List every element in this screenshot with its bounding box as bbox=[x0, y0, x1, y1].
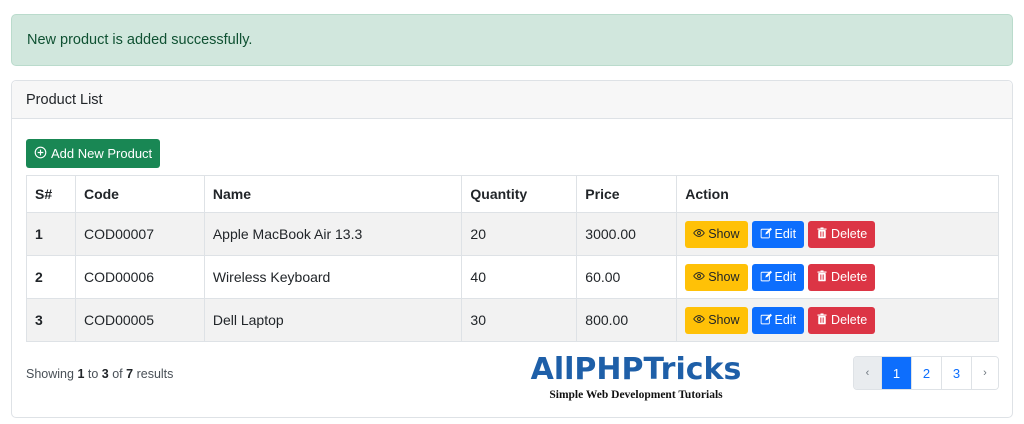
column-header-sn: S# bbox=[26, 175, 76, 213]
cell-sn: 3 bbox=[26, 298, 76, 342]
cell-actions: Show Edit Delete bbox=[676, 298, 999, 342]
show-button[interactable]: Show bbox=[685, 306, 748, 334]
cell-actions: Show Edit Delete bbox=[676, 255, 999, 299]
cell-quantity: 30 bbox=[461, 298, 578, 342]
show-button[interactable]: Show bbox=[685, 263, 748, 291]
eye-icon bbox=[693, 270, 705, 285]
success-alert: New product is added successfully. bbox=[11, 14, 1013, 66]
pagination-page-3[interactable]: 3 bbox=[941, 357, 971, 389]
delete-label: Delete bbox=[831, 270, 868, 284]
cell-sn: 1 bbox=[26, 212, 76, 256]
trash-icon bbox=[816, 269, 828, 285]
column-header-price: Price bbox=[576, 175, 678, 213]
column-header-code: Code bbox=[74, 175, 205, 213]
watermark-logo: AllPHPTricks Simple Web Development Tuto… bbox=[528, 352, 744, 402]
pencil-square-icon bbox=[760, 270, 772, 285]
cell-price: 60.00 bbox=[576, 255, 678, 299]
summary-of-word: of bbox=[112, 367, 123, 381]
cell-actions: Show Edit Delete bbox=[676, 212, 999, 256]
table-row: 2 COD00006 Wireless Keyboard 40 60.00 Sh… bbox=[26, 255, 999, 299]
show-button[interactable]: Show bbox=[685, 220, 748, 248]
cell-code: COD00007 bbox=[74, 212, 205, 256]
summary-prefix: Showing bbox=[26, 367, 74, 381]
summary-to: 3 bbox=[101, 367, 109, 381]
table-header-row: S# Code Name Quantity Price Action bbox=[26, 175, 999, 213]
table-row: 1 COD00007 Apple MacBook Air 13.3 20 300… bbox=[26, 212, 999, 256]
cell-price: 3000.00 bbox=[576, 212, 678, 256]
watermark-subtitle: Simple Web Development Tutorials bbox=[549, 389, 723, 401]
pagination-prev[interactable]: ‹ bbox=[854, 357, 881, 389]
table-row: 3 COD00005 Dell Laptop 30 800.00 Show Ed… bbox=[26, 298, 999, 342]
pagination: ‹ 1 2 3 › bbox=[853, 356, 999, 390]
cell-sn: 2 bbox=[26, 255, 76, 299]
delete-label: Delete bbox=[831, 227, 868, 241]
cell-code: COD00005 bbox=[74, 298, 205, 342]
cell-name: Apple MacBook Air 13.3 bbox=[203, 212, 463, 256]
cell-quantity: 20 bbox=[461, 212, 578, 256]
results-summary: Showing 1 to 3 of 7 results bbox=[26, 367, 173, 381]
cell-quantity: 40 bbox=[461, 255, 578, 299]
column-header-name: Name bbox=[203, 175, 463, 213]
alert-message: New product is added successfully. bbox=[27, 32, 253, 48]
cell-name: Dell Laptop bbox=[203, 298, 463, 342]
delete-label: Delete bbox=[831, 313, 868, 327]
cell-name: Wireless Keyboard bbox=[203, 255, 463, 299]
pagination-page-1[interactable]: 1 bbox=[881, 357, 911, 389]
card-title: Product List bbox=[26, 91, 103, 108]
cell-code: COD00006 bbox=[74, 255, 205, 299]
pagination-page-2[interactable]: 2 bbox=[911, 357, 941, 389]
edit-button[interactable]: Edit bbox=[751, 306, 805, 334]
card-header: Product List bbox=[12, 81, 1012, 119]
edit-button[interactable]: Edit bbox=[751, 220, 805, 248]
edit-label: Edit bbox=[774, 227, 797, 241]
summary-from: 1 bbox=[77, 367, 85, 381]
edit-label: Edit bbox=[774, 313, 797, 327]
cell-price: 800.00 bbox=[576, 298, 678, 342]
add-new-product-label: Add New Product bbox=[51, 146, 153, 161]
trash-icon bbox=[816, 226, 828, 242]
product-list-card: Product List Add New Product S# Code Nam… bbox=[11, 80, 1013, 418]
delete-button[interactable]: Delete bbox=[808, 263, 876, 291]
summary-total: 7 bbox=[126, 367, 134, 381]
plus-circle-icon bbox=[34, 146, 47, 162]
trash-icon bbox=[816, 312, 828, 328]
show-label: Show bbox=[708, 227, 740, 241]
show-label: Show bbox=[708, 270, 740, 284]
pencil-square-icon bbox=[760, 227, 772, 242]
summary-to-word: to bbox=[87, 367, 99, 381]
pagination-next[interactable]: › bbox=[971, 357, 998, 389]
summary-suffix: results bbox=[136, 367, 174, 381]
edit-button[interactable]: Edit bbox=[751, 263, 805, 291]
edit-label: Edit bbox=[774, 270, 797, 284]
products-table: S# Code Name Quantity Price Action 1 COD… bbox=[26, 175, 999, 342]
pencil-square-icon bbox=[760, 313, 772, 328]
eye-icon bbox=[693, 313, 705, 328]
delete-button[interactable]: Delete bbox=[808, 306, 876, 334]
watermark-title: AllPHPTricks bbox=[530, 352, 742, 387]
eye-icon bbox=[693, 227, 705, 242]
column-header-action: Action bbox=[676, 175, 999, 213]
column-header-quantity: Quantity bbox=[461, 175, 578, 213]
show-label: Show bbox=[708, 313, 740, 327]
add-new-product-button[interactable]: Add New Product bbox=[26, 139, 161, 168]
delete-button[interactable]: Delete bbox=[808, 220, 876, 248]
